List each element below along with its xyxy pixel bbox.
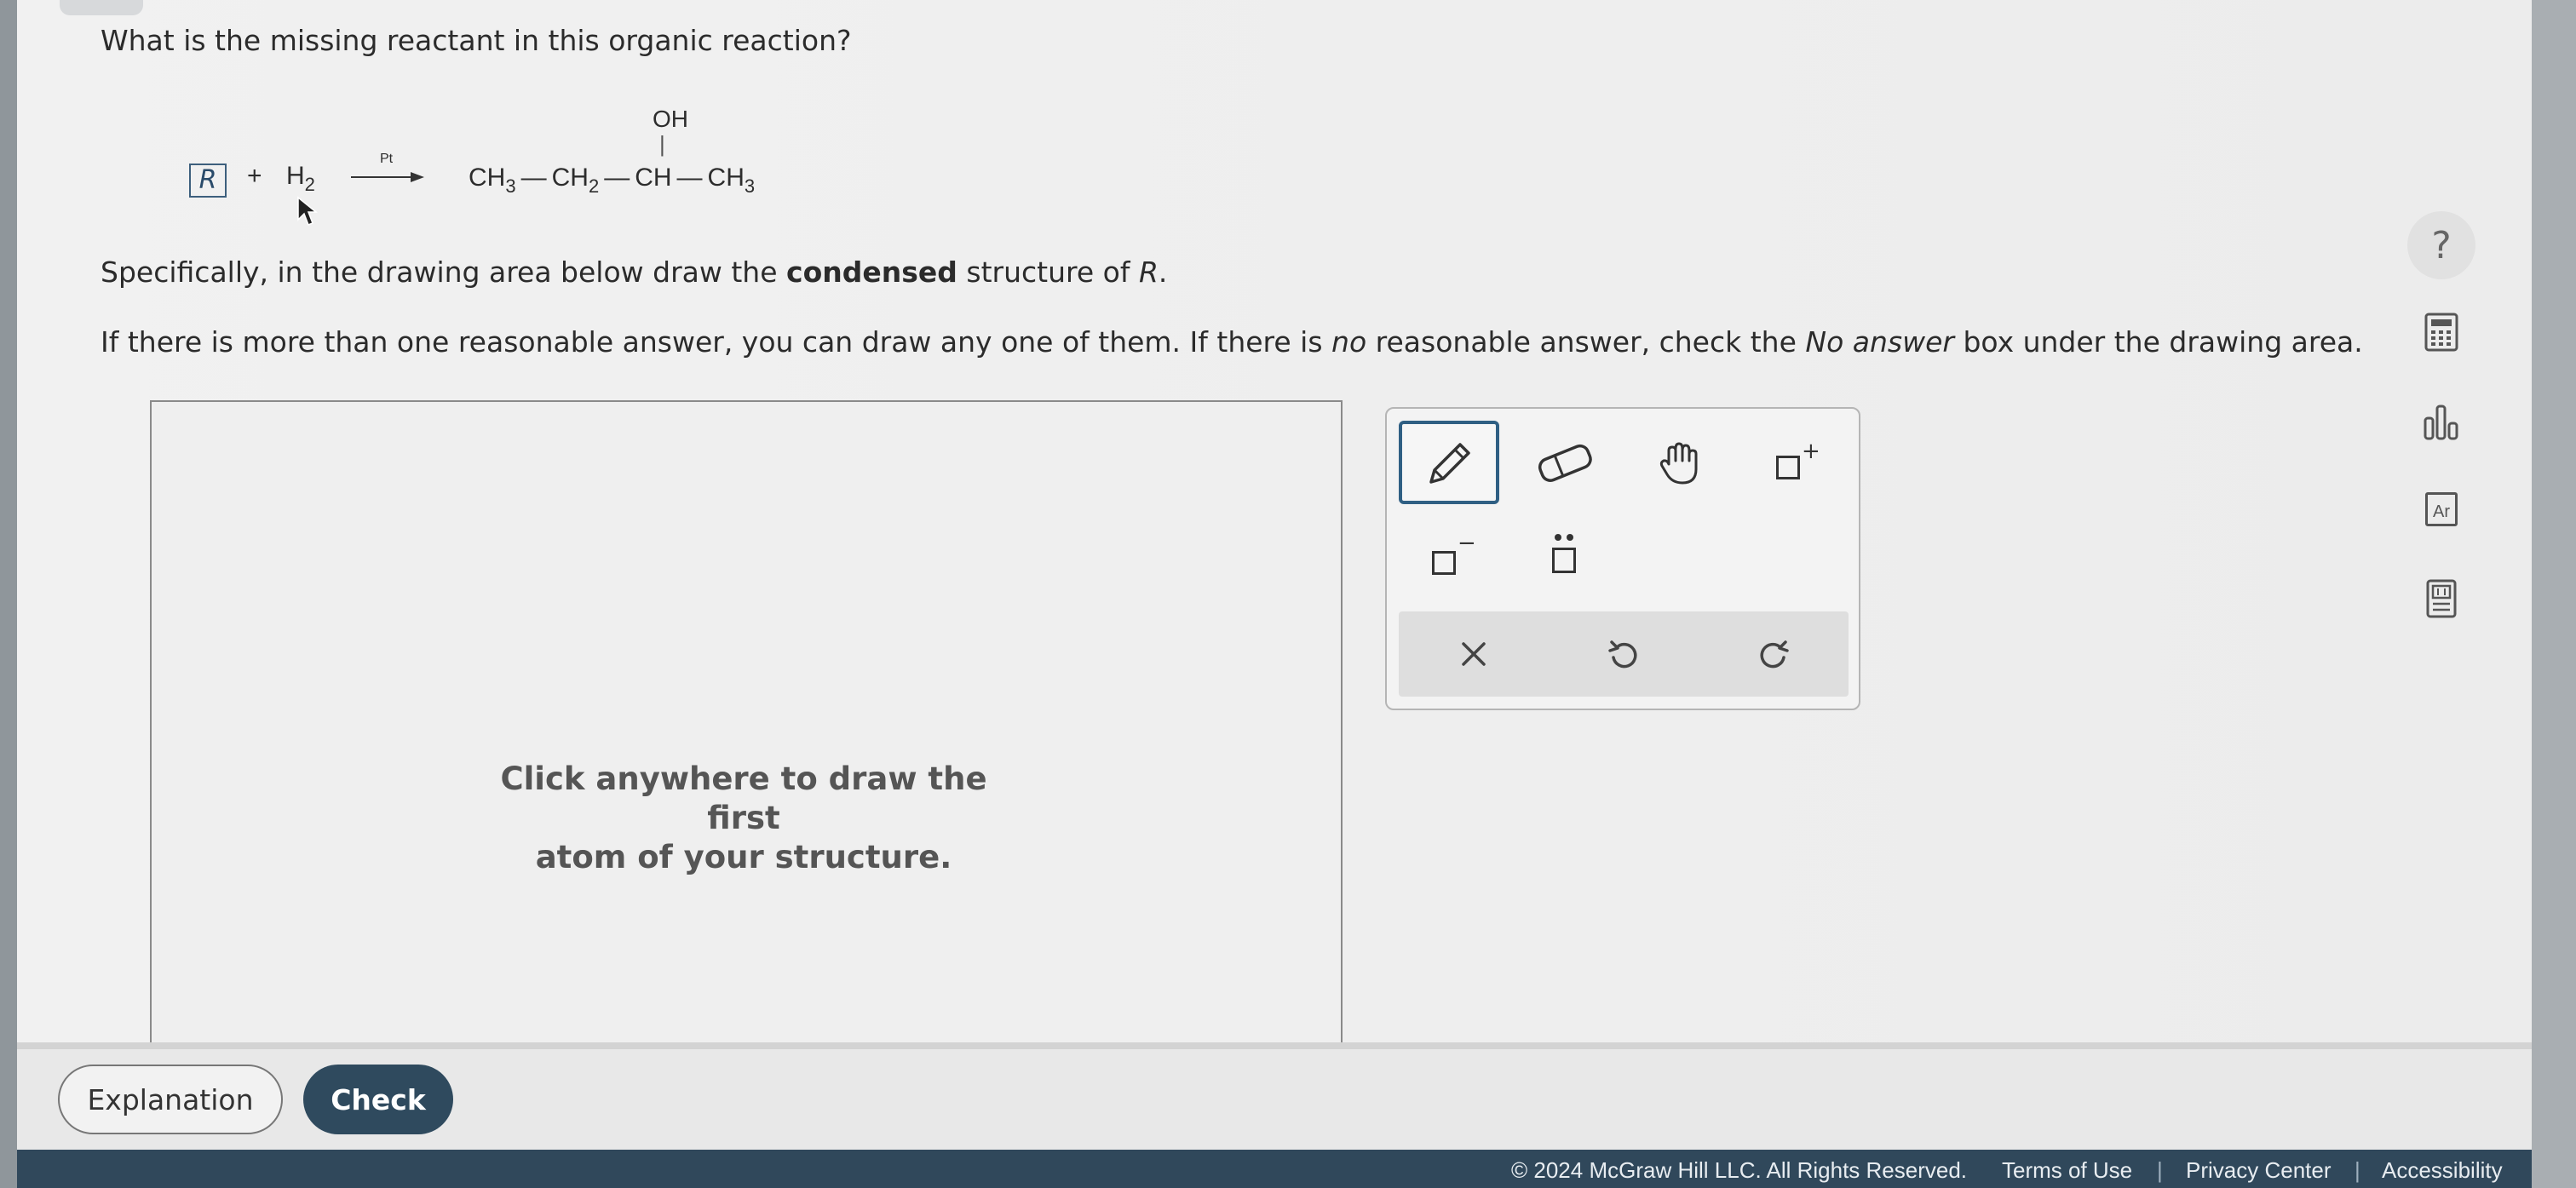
bond-1: — — [520, 164, 547, 192]
calculator-icon — [2424, 313, 2458, 352]
mouse-cursor-icon — [297, 196, 319, 226]
vertical-bond: | — [659, 131, 665, 157]
reactant-r-box: R — [189, 164, 227, 198]
background-edge — [0, 0, 19, 1188]
instruction-bold: condensed — [786, 255, 957, 289]
instruction-text: Specifically, in the drawing area below … — [101, 255, 1167, 289]
close-icon — [1462, 642, 1486, 666]
drawing-canvas[interactable]: Click anywhere to draw the first atom of… — [150, 400, 1343, 1049]
hydrogen-symbol: H — [286, 162, 305, 190]
ch3-right: CH — [707, 164, 745, 192]
instruction-pre: Specifically, in the drawing area below … — [101, 255, 778, 289]
edit-actions-bar — [1399, 611, 1849, 697]
ch3-right-subscript: 3 — [744, 175, 756, 197]
eraser-icon — [1538, 444, 1592, 482]
hand-icon — [1659, 442, 1698, 485]
negative-charge-button[interactable]: − — [1399, 514, 1499, 598]
bar-chart-icon — [2424, 405, 2458, 440]
note-b: reasonable answer, check the — [1375, 325, 1797, 359]
redo-icon — [1760, 640, 1789, 669]
reference-button[interactable] — [2407, 565, 2475, 633]
copyright-text: © 2024 McGraw Hill LLC. All Rights Reser… — [1511, 1157, 1968, 1183]
periodic-table-button[interactable]: Ar — [2407, 475, 2475, 543]
minus-glyph: − — [1458, 531, 1476, 556]
lone-pair-icon — [1539, 531, 1590, 582]
pencil-icon — [1429, 443, 1470, 484]
hand-tool-button[interactable] — [1630, 421, 1731, 504]
check-button[interactable]: Check — [303, 1065, 453, 1134]
drawing-hint: Click anywhere to draw the first atom of… — [492, 760, 995, 877]
eraser-tool-button[interactable] — [1515, 421, 1615, 504]
privacy-link[interactable]: Privacy Center — [2186, 1157, 2332, 1184]
undo-icon — [1608, 640, 1637, 669]
lone-pair-button[interactable] — [1515, 514, 1615, 598]
plus-glyph: + — [1802, 439, 1820, 464]
reaction-arrow-icon — [351, 172, 424, 182]
periodic-table-icon: Ar — [2425, 492, 2458, 526]
note-no: no — [1331, 325, 1367, 359]
catalyst-label: Pt — [380, 152, 394, 166]
drawing-toolbar: + − — [1385, 407, 1860, 710]
reference-icon — [2426, 579, 2457, 618]
note-c: box under the drawing area. — [1963, 325, 2363, 359]
ch3-left-subscript: 3 — [505, 175, 516, 197]
instruction-post: structure of — [966, 255, 1130, 289]
data-button[interactable] — [2407, 387, 2475, 456]
negative-charge-icon: − — [1423, 531, 1476, 582]
footer-separator-2: | — [2355, 1157, 2360, 1183]
terms-link[interactable]: Terms of Use — [2002, 1157, 2132, 1184]
hydrogen-subscript: 2 — [304, 174, 315, 195]
product-chain: CH3— CH2— CH — CH3 — [469, 164, 755, 197]
accessibility-link[interactable]: Accessibility — [2382, 1157, 2503, 1184]
question-mark-icon: ? — [2407, 211, 2475, 279]
calculator-button[interactable] — [2407, 298, 2475, 366]
note-no-answer: No answer — [1805, 325, 1954, 359]
redo-button[interactable] — [1699, 611, 1849, 697]
pencil-tool-button[interactable] — [1399, 421, 1499, 504]
ch-group: CH — [635, 164, 672, 192]
explanation-button[interactable]: Explanation — [58, 1065, 283, 1134]
instruction-end: . — [1158, 255, 1168, 289]
hydrogen-reactant: H2 — [286, 162, 315, 195]
footer: © 2024 McGraw Hill LLC. All Rights Reser… — [17, 1150, 2532, 1188]
question-prompt: What is the missing reactant in this org… — [101, 24, 852, 57]
no-answer-note: If there is more than one reasonable ans… — [101, 325, 2363, 359]
positive-charge-icon: + — [1769, 437, 1820, 488]
ch3-left: CH — [469, 164, 506, 192]
ch2-group: CH — [551, 164, 589, 192]
hydroxyl-group: OH — [653, 106, 688, 132]
positive-charge-button[interactable]: + — [1745, 421, 1845, 504]
note-a: If there is more than one reasonable ans… — [101, 325, 1323, 359]
help-button[interactable]: ? — [2407, 211, 2475, 279]
undo-button[interactable] — [1549, 611, 1699, 697]
drawing-hint-line2: atom of your structure. — [535, 839, 952, 875]
clear-button[interactable] — [1399, 611, 1549, 697]
bond-2: — — [604, 164, 630, 192]
background-edge-right — [2532, 0, 2576, 1188]
drawing-hint-line1: Click anywhere to draw the first — [500, 760, 987, 836]
top-tab — [60, 0, 143, 15]
plus-sign: + — [247, 162, 262, 190]
ch2-subscript: 2 — [588, 175, 600, 197]
instruction-var: R — [1138, 255, 1159, 289]
footer-separator-1: | — [2157, 1157, 2163, 1183]
bond-3: — — [676, 164, 703, 192]
